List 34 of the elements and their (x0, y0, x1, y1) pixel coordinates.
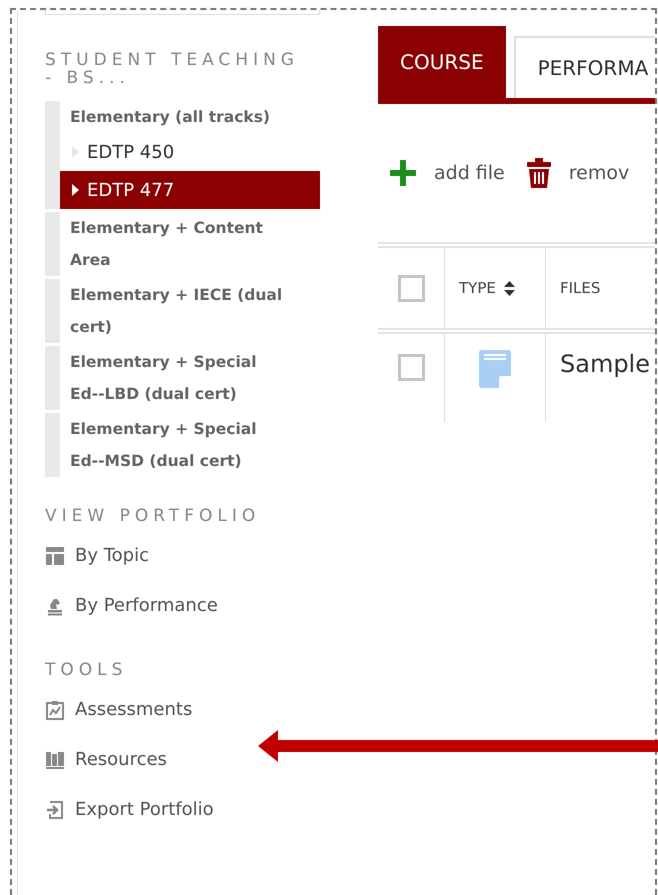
tree-item[interactable]: Elementary + Content Area (60, 212, 320, 276)
tab[interactable]: COURSE (378, 26, 506, 98)
tree-item[interactable]: EDTP 477 (60, 171, 320, 209)
file-name[interactable]: Sample (560, 350, 650, 378)
tree-item[interactable]: Elementary + Special Ed--MSD (dual cert) (60, 413, 320, 477)
section-heading: TOOLS (45, 661, 128, 679)
trash-icon (526, 158, 551, 188)
section-heading: STUDENT TEACHING - BS... (45, 51, 300, 87)
tree-item[interactable]: EDTP 450 (60, 133, 320, 171)
sidebar-link[interactable]: Assessments (75, 693, 192, 727)
clipboard-chart-icon (45, 700, 65, 720)
books-icon (45, 750, 65, 770)
sidebar-link[interactable]: Export Portfolio (75, 793, 214, 827)
checkbox[interactable] (398, 354, 424, 381)
tree-item[interactable]: Elementary (all tracks) (60, 101, 320, 133)
document-icon (479, 350, 511, 388)
sidebar-link[interactable]: By Performance (75, 589, 218, 623)
checkbox[interactable] (398, 274, 424, 302)
tab[interactable]: PERFORMA (514, 36, 655, 98)
tree-item[interactable]: Elementary + Special Ed--LBD (dual cert) (60, 346, 320, 410)
column-header[interactable]: TYPE (459, 279, 496, 297)
sort-icon[interactable] (504, 280, 515, 296)
toolbar-action[interactable]: remov (568, 162, 630, 184)
toolbar-action[interactable]: add file (434, 162, 505, 184)
column-header[interactable]: FILES (560, 279, 600, 297)
sidebar-link[interactable]: Resources (75, 743, 167, 777)
field-edge[interactable] (45, 10, 320, 15)
tree-item[interactable]: Elementary + IECE (dual cert) (60, 279, 320, 343)
section-heading: VIEW PORTFOLIO (45, 507, 262, 525)
sidebar-link[interactable]: By Topic (75, 539, 149, 573)
layout-icon (45, 546, 65, 566)
chess-knight-icon (45, 596, 65, 616)
export-icon (45, 800, 65, 820)
plus-icon (390, 160, 416, 186)
